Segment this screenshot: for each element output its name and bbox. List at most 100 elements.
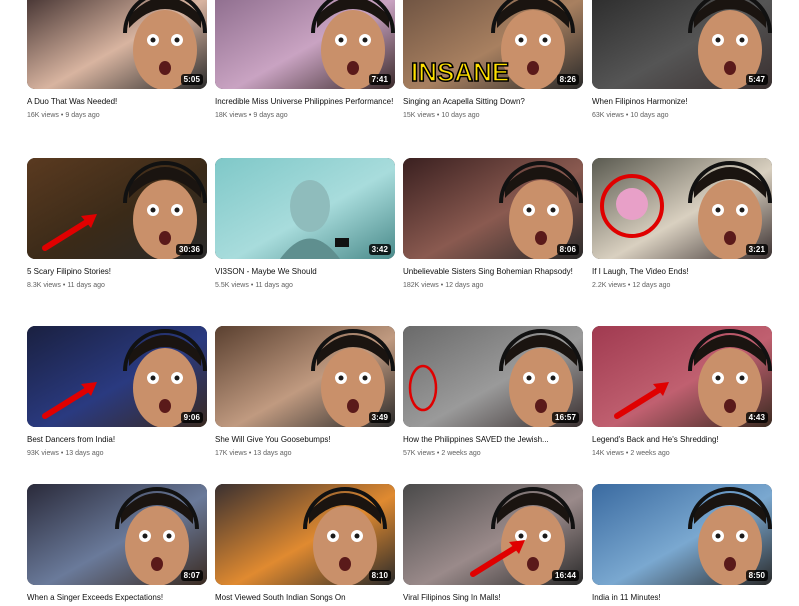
upload-age: 9 days ago [65,112,100,119]
video-thumbnail[interactable]: 5:05 [27,0,207,89]
video-card[interactable]: 3:49 She Will Give You Goosebumps! 17K vie… [215,326,395,459]
video-meta: 63K views • 10 days ago [592,110,772,121]
upload-age: 13 days ago [253,450,292,457]
video-grid: 5:05 A Duo That Was Needed! 16K views • 9 da… [0,0,799,606]
video-card[interactable]: 3:21 If I Laugh, The Video Ends! 2.2K view… [592,158,772,291]
duration-badge: 8:26 [556,74,579,85]
video-title[interactable]: Unbelievable Sisters Sing Bohemian Rhaps… [403,266,583,278]
video-thumbnail[interactable]: 16:57 [403,326,583,427]
video-thumbnail[interactable]: 5:47 [592,0,772,89]
view-count: 16K views [27,112,59,119]
video-card[interactable]: 8:07 When a Singer Exceeds Expectations! [27,484,207,604]
video-meta: 57K views • 2 weeks ago [403,448,583,459]
video-card[interactable]: 7:41 Incredible Miss Universe Philippines… [215,0,395,121]
duration-badge: 3:21 [745,244,768,255]
video-thumbnail[interactable]: 8:50 [592,484,772,585]
video-thumbnail[interactable]: 8:10 [215,484,395,585]
video-card[interactable]: 8:50 India in 11 Minutes! [592,484,772,604]
view-count: 15K views [403,112,435,119]
view-count: 93K views [27,450,59,457]
duration-badge: 8:50 [745,570,768,581]
video-card[interactable]: 8:06 Unbelievable Sisters Sing Bohemian R… [403,158,583,291]
video-thumbnail[interactable]: 3:21 [592,158,772,259]
upload-age: 2 weeks ago [630,450,670,457]
video-thumbnail[interactable]: 16:44 [403,484,583,585]
duration-badge: 5:05 [180,74,203,85]
duration-badge: 30:36 [176,244,203,255]
video-thumbnail[interactable]: 7:41 [215,0,395,89]
video-title[interactable]: Incredible Miss Universe Philippines Per… [215,96,395,108]
upload-age: 12 days ago [632,282,671,289]
thumbnail-image [592,484,772,585]
upload-age: 10 days ago [630,112,669,119]
duration-badge: 8:06 [556,244,579,255]
view-count: 57K views [403,450,435,457]
upload-age: 11 days ago [67,282,105,289]
thumbnail-image [403,158,583,259]
upload-age: 9 days ago [253,112,288,119]
video-title[interactable]: A Duo That Was Needed! [27,96,207,108]
view-count: 17K views [215,450,247,457]
video-title[interactable]: 5 Scary Filipino Stories! [27,266,207,278]
duration-badge: 5:47 [745,74,768,85]
video-title[interactable]: India in 11 Minutes! [592,592,772,604]
video-card[interactable]: 5:05 A Duo That Was Needed! 16K views • 9 da… [27,0,207,121]
video-thumbnail[interactable]: 3:49 [215,326,395,427]
video-card[interactable]: 9:06 Best Dancers from India! 93K views • 13… [27,326,207,459]
view-count: 5.5K views [215,282,249,289]
duration-badge: 16:57 [552,412,579,423]
video-title[interactable]: If I Laugh, The Video Ends! [592,266,772,278]
video-title[interactable]: When Filipinos Harmonize! [592,96,772,108]
thumbnail-image [27,326,207,427]
duration-badge: 7:41 [368,74,391,85]
video-card[interactable]: 16:44 Viral Filipinos Sing In Malls! [403,484,583,604]
thumbnail-image [592,158,772,259]
view-count: 182K views [403,282,439,289]
video-card[interactable]: 8:10 Most Viewed South Indian Songs On [215,484,395,604]
duration-badge: 3:42 [368,244,391,255]
thumbnail-image [215,158,395,259]
video-meta: 15K views • 10 days ago [403,110,583,121]
video-thumbnail[interactable]: 9:06 [27,326,207,427]
video-card[interactable]: 5:47 When Filipinos Harmonize! 63K views • 1… [592,0,772,121]
video-meta: 182K views • 12 days ago [403,280,583,291]
video-thumbnail[interactable]: 8:06 [403,158,583,259]
video-title[interactable]: Viral Filipinos Sing In Malls! [403,592,583,604]
upload-age: 11 days ago [255,282,293,289]
duration-badge: 8:07 [180,570,203,581]
video-title[interactable]: Legend's Back and He's Shredding! [592,434,772,446]
video-title[interactable]: Singing an Acapella Sitting Down? [403,96,583,108]
thumbnail-image: INSANE [403,0,583,89]
video-title[interactable]: VI3SON - Maybe We Should [215,266,395,278]
video-card[interactable]: 4:43 Legend's Back and He's Shredding! 14K… [592,326,772,459]
view-count: 8.3K views [27,282,61,289]
video-thumbnail[interactable]: 4:43 [592,326,772,427]
video-card[interactable]: 3:42 VI3SON - Maybe We Should 5.5K views • 1… [215,158,395,291]
video-card[interactable]: 30:36 5 Scary Filipino Stories! 8.3K views… [27,158,207,291]
upload-age: 13 days ago [65,450,104,457]
video-meta: 93K views • 13 days ago [27,448,207,459]
video-title[interactable]: She Will Give You Goosebumps! [215,434,395,446]
video-title[interactable]: Most Viewed South Indian Songs On [215,592,395,604]
duration-badge: 4:43 [745,412,768,423]
view-count: 18K views [215,112,247,119]
thumbnail-image [592,0,772,89]
thumbnail-image [27,484,207,585]
video-card[interactable]: INSANE 8:26 Singing an Acapella Sitting Do… [403,0,583,121]
video-thumbnail[interactable]: 3:42 [215,158,395,259]
upload-age: 12 days ago [445,282,484,289]
video-title[interactable]: Best Dancers from India! [27,434,207,446]
duration-badge: 8:10 [368,570,391,581]
video-thumbnail[interactable]: 30:36 [27,158,207,259]
video-meta: 17K views • 13 days ago [215,448,395,459]
duration-badge: 9:06 [180,412,203,423]
video-card[interactable]: 16:57 How the Philippines SAVED the Jewis… [403,326,583,459]
thumbnail-overlay-text: INSANE [411,57,509,87]
video-thumbnail[interactable]: 8:07 [27,484,207,585]
video-thumbnail[interactable]: INSANE 8:26 [403,0,583,89]
video-meta: 14K views • 2 weeks ago [592,448,772,459]
video-title[interactable]: How the Philippines SAVED the Jewish... [403,434,583,446]
video-title[interactable]: When a Singer Exceeds Expectations! [27,592,207,604]
video-meta: 16K views • 9 days ago [27,110,207,121]
video-meta: 2.2K views • 12 days ago [592,280,772,291]
